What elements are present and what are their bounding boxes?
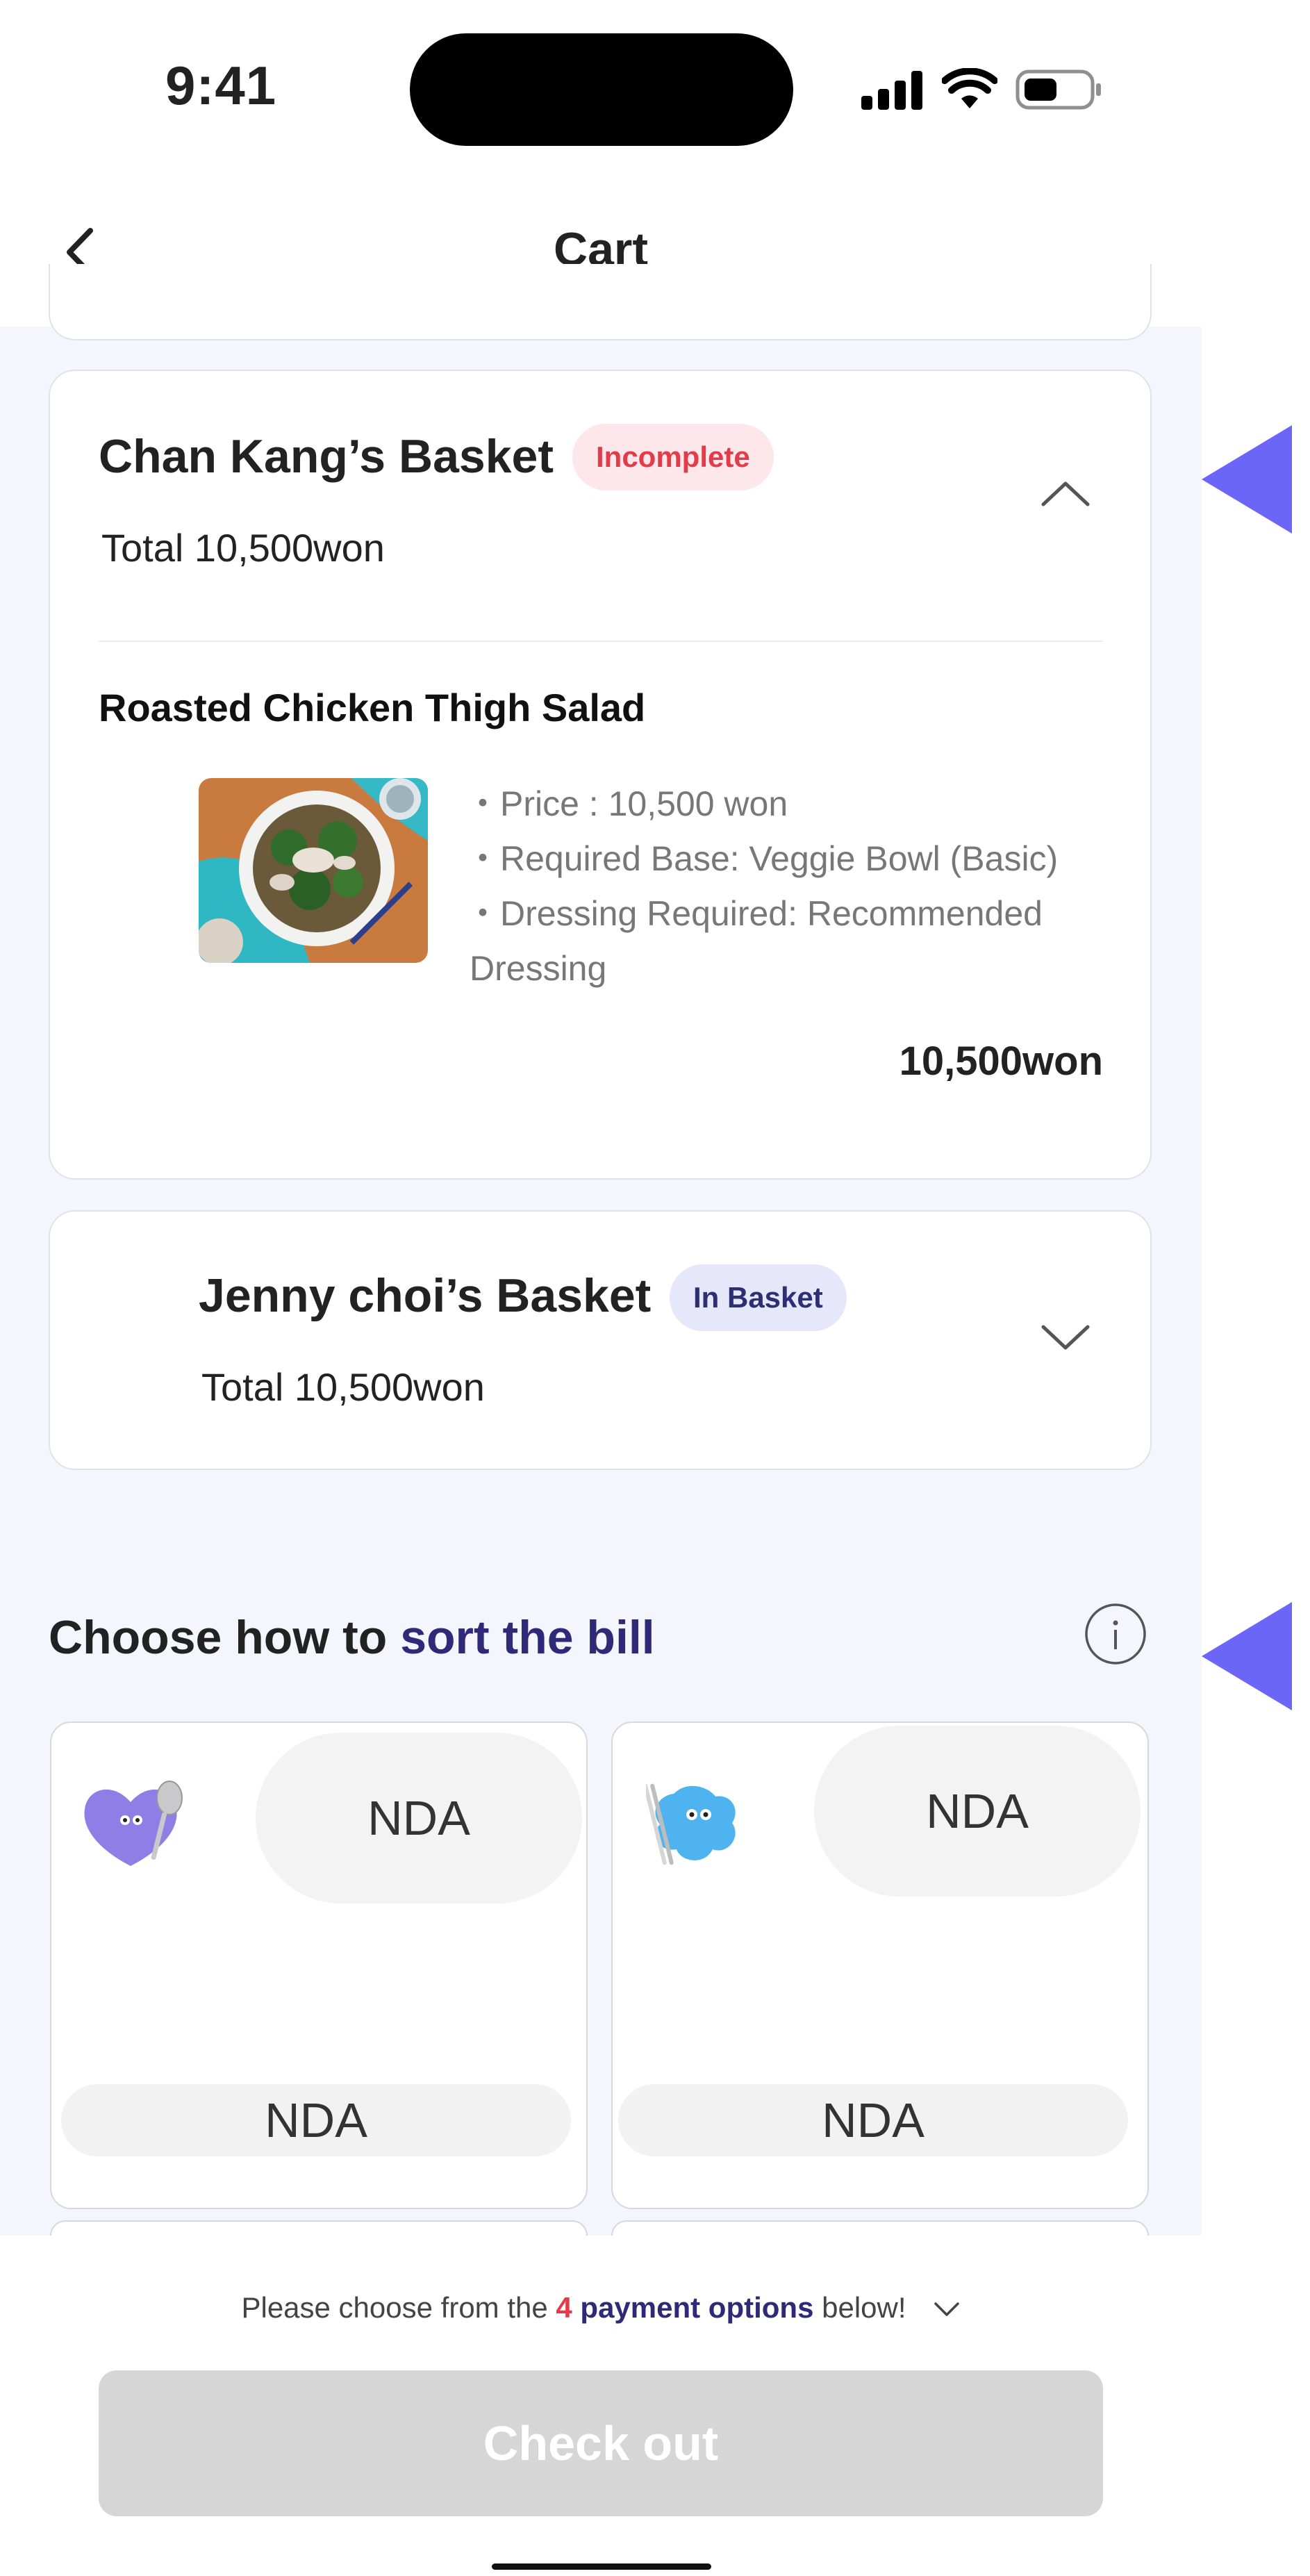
sort-section-title: Choose how to sort the bill bbox=[49, 1610, 655, 1665]
option-title-placeholder: NDA bbox=[814, 1726, 1141, 1897]
option-label-placeholder: NDA bbox=[61, 2084, 571, 2156]
status-badge: In Basket bbox=[670, 1264, 847, 1331]
hint-payment-options: payment options bbox=[572, 2291, 814, 2324]
chevron-up-icon[interactable] bbox=[1039, 478, 1092, 509]
basket-total: Total 10,500won bbox=[101, 526, 385, 570]
heart-spoon-icon bbox=[84, 1781, 183, 1866]
status-badge: Incomplete bbox=[572, 424, 774, 490]
sort-title-highlight: sort the bill bbox=[400, 1611, 655, 1664]
salad-image bbox=[199, 778, 428, 963]
divider bbox=[99, 641, 1103, 642]
basket-total: Total 10,500won bbox=[201, 1365, 485, 1409]
option-title-placeholder: NDA bbox=[256, 1733, 582, 1904]
payment-options-hint[interactable]: Please choose from the 4 payment options… bbox=[0, 2291, 1202, 2325]
previous-card-edge bbox=[49, 264, 1152, 340]
hint-text: Please choose from the bbox=[241, 2291, 556, 2324]
chevron-down-icon[interactable] bbox=[933, 2301, 961, 2319]
status-time: 9:41 bbox=[165, 55, 277, 116]
option-label-placeholder: NDA bbox=[618, 2084, 1128, 2156]
info-icon[interactable] bbox=[1084, 1602, 1147, 1666]
annotation-arrow-icon bbox=[1202, 425, 1292, 534]
signal-icon bbox=[861, 71, 922, 110]
battery-icon bbox=[1015, 69, 1101, 110]
annotation-arrow-icon bbox=[1202, 1602, 1292, 1710]
basket-name: Chan Kang’s Basket bbox=[99, 430, 554, 483]
dynamic-island bbox=[410, 33, 793, 146]
hint-count: 4 bbox=[556, 2291, 572, 2324]
checkout-button[interactable]: Check out bbox=[99, 2370, 1103, 2516]
item-detail-dressing: ・Dressing Required: Recommended bbox=[465, 894, 1043, 933]
next-option-card-edge bbox=[611, 2220, 1149, 2236]
next-option-card-edge bbox=[50, 2220, 588, 2236]
hint-text-end: below! bbox=[813, 2291, 906, 2324]
basket-card-jenny-choi[interactable] bbox=[49, 1210, 1152, 1470]
chevron-down-icon[interactable] bbox=[1039, 1323, 1092, 1353]
item-price: 10,500won bbox=[899, 1039, 1103, 1084]
home-indicator bbox=[492, 2563, 711, 2570]
item-detail-price: ・Price : 10,500 won bbox=[465, 784, 788, 823]
basket-name: Jenny choi’s Basket bbox=[199, 1269, 652, 1322]
item-detail-base: ・Required Base: Veggie Bowl (Basic) bbox=[465, 839, 1059, 878]
item-title: Roasted Chicken Thigh Salad bbox=[99, 686, 646, 729]
wifi-icon bbox=[942, 68, 997, 108]
item-detail-dressing-cont: Dressing bbox=[470, 949, 607, 988]
sort-title-prefix: Choose how to bbox=[49, 1611, 401, 1664]
blob-chopsticks-icon bbox=[646, 1783, 736, 1865]
